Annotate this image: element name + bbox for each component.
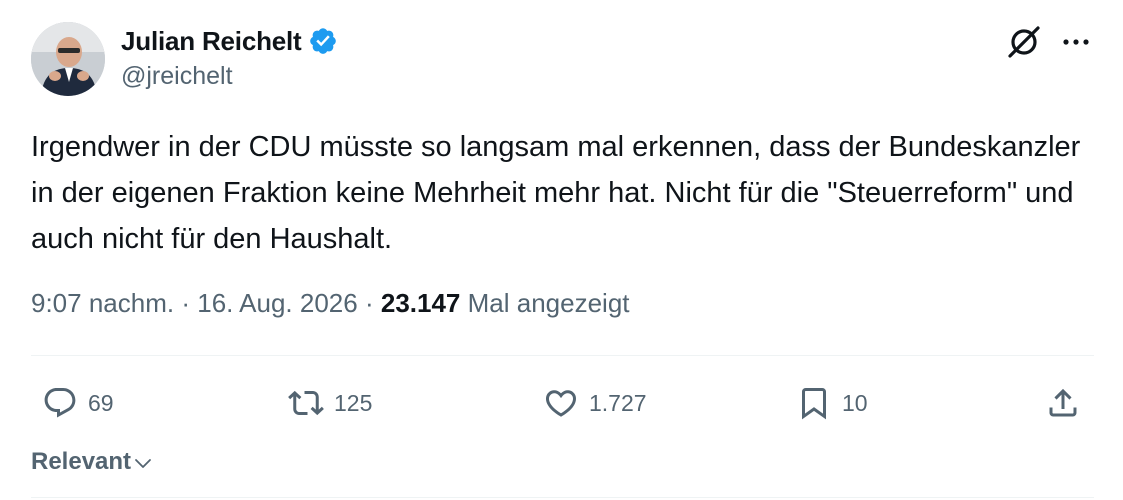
reply-count: 69	[88, 389, 114, 416]
heart-icon	[545, 390, 577, 417]
retweet-icon	[288, 390, 324, 416]
avatar[interactable]	[31, 22, 105, 96]
repost-button[interactable]: 125	[288, 380, 372, 426]
views-label: Mal angezeigt	[467, 288, 630, 318]
verified-badge-icon[interactable]	[308, 26, 338, 56]
sort-label: Relevant	[31, 448, 132, 475]
action-bar: 69 125 1.727 10	[0, 380, 1123, 426]
like-button[interactable]: 1.727	[543, 380, 647, 426]
replies-sort-dropdown[interactable]: Relevant	[31, 446, 153, 478]
divider	[31, 355, 1094, 356]
bookmark-count: 10	[842, 389, 868, 416]
views-count[interactable]: 23.147	[381, 288, 461, 318]
divider	[31, 497, 1094, 498]
bookmark-button[interactable]: 10	[796, 380, 868, 426]
author-handle[interactable]: @jreichelt	[121, 62, 233, 91]
chevron-down-icon	[135, 459, 151, 468]
repost-count: 125	[334, 389, 373, 416]
tweet-date[interactable]: 16. Aug. 2026	[197, 288, 357, 318]
author-display-name[interactable]: Julian Reichelt	[121, 26, 302, 57]
tweet: Julian Reichelt @jreichelt Irgendwer in …	[0, 0, 1123, 500]
share-button[interactable]	[1045, 380, 1081, 426]
tweet-time[interactable]: 9:07 nachm.	[31, 288, 174, 318]
tweet-text: Irgendwer in der CDU müsste so langsam m…	[31, 131, 1081, 255]
author-name-row: Julian Reichelt	[121, 24, 338, 58]
meta-separator: ·	[364, 288, 374, 318]
tweet-meta: 9:07 nachm. · 16. Aug. 2026 · 23.147 Mal…	[31, 288, 630, 319]
more-icon[interactable]	[1058, 28, 1094, 56]
meta-separator: ·	[181, 288, 190, 318]
reply-icon	[44, 388, 76, 418]
avatar-image	[31, 22, 105, 96]
reply-button[interactable]: 69	[42, 380, 114, 426]
grok-icon[interactable]	[1006, 24, 1042, 60]
like-count: 1.727	[589, 389, 647, 416]
bookmark-icon	[802, 388, 826, 420]
share-icon	[1049, 388, 1077, 417]
